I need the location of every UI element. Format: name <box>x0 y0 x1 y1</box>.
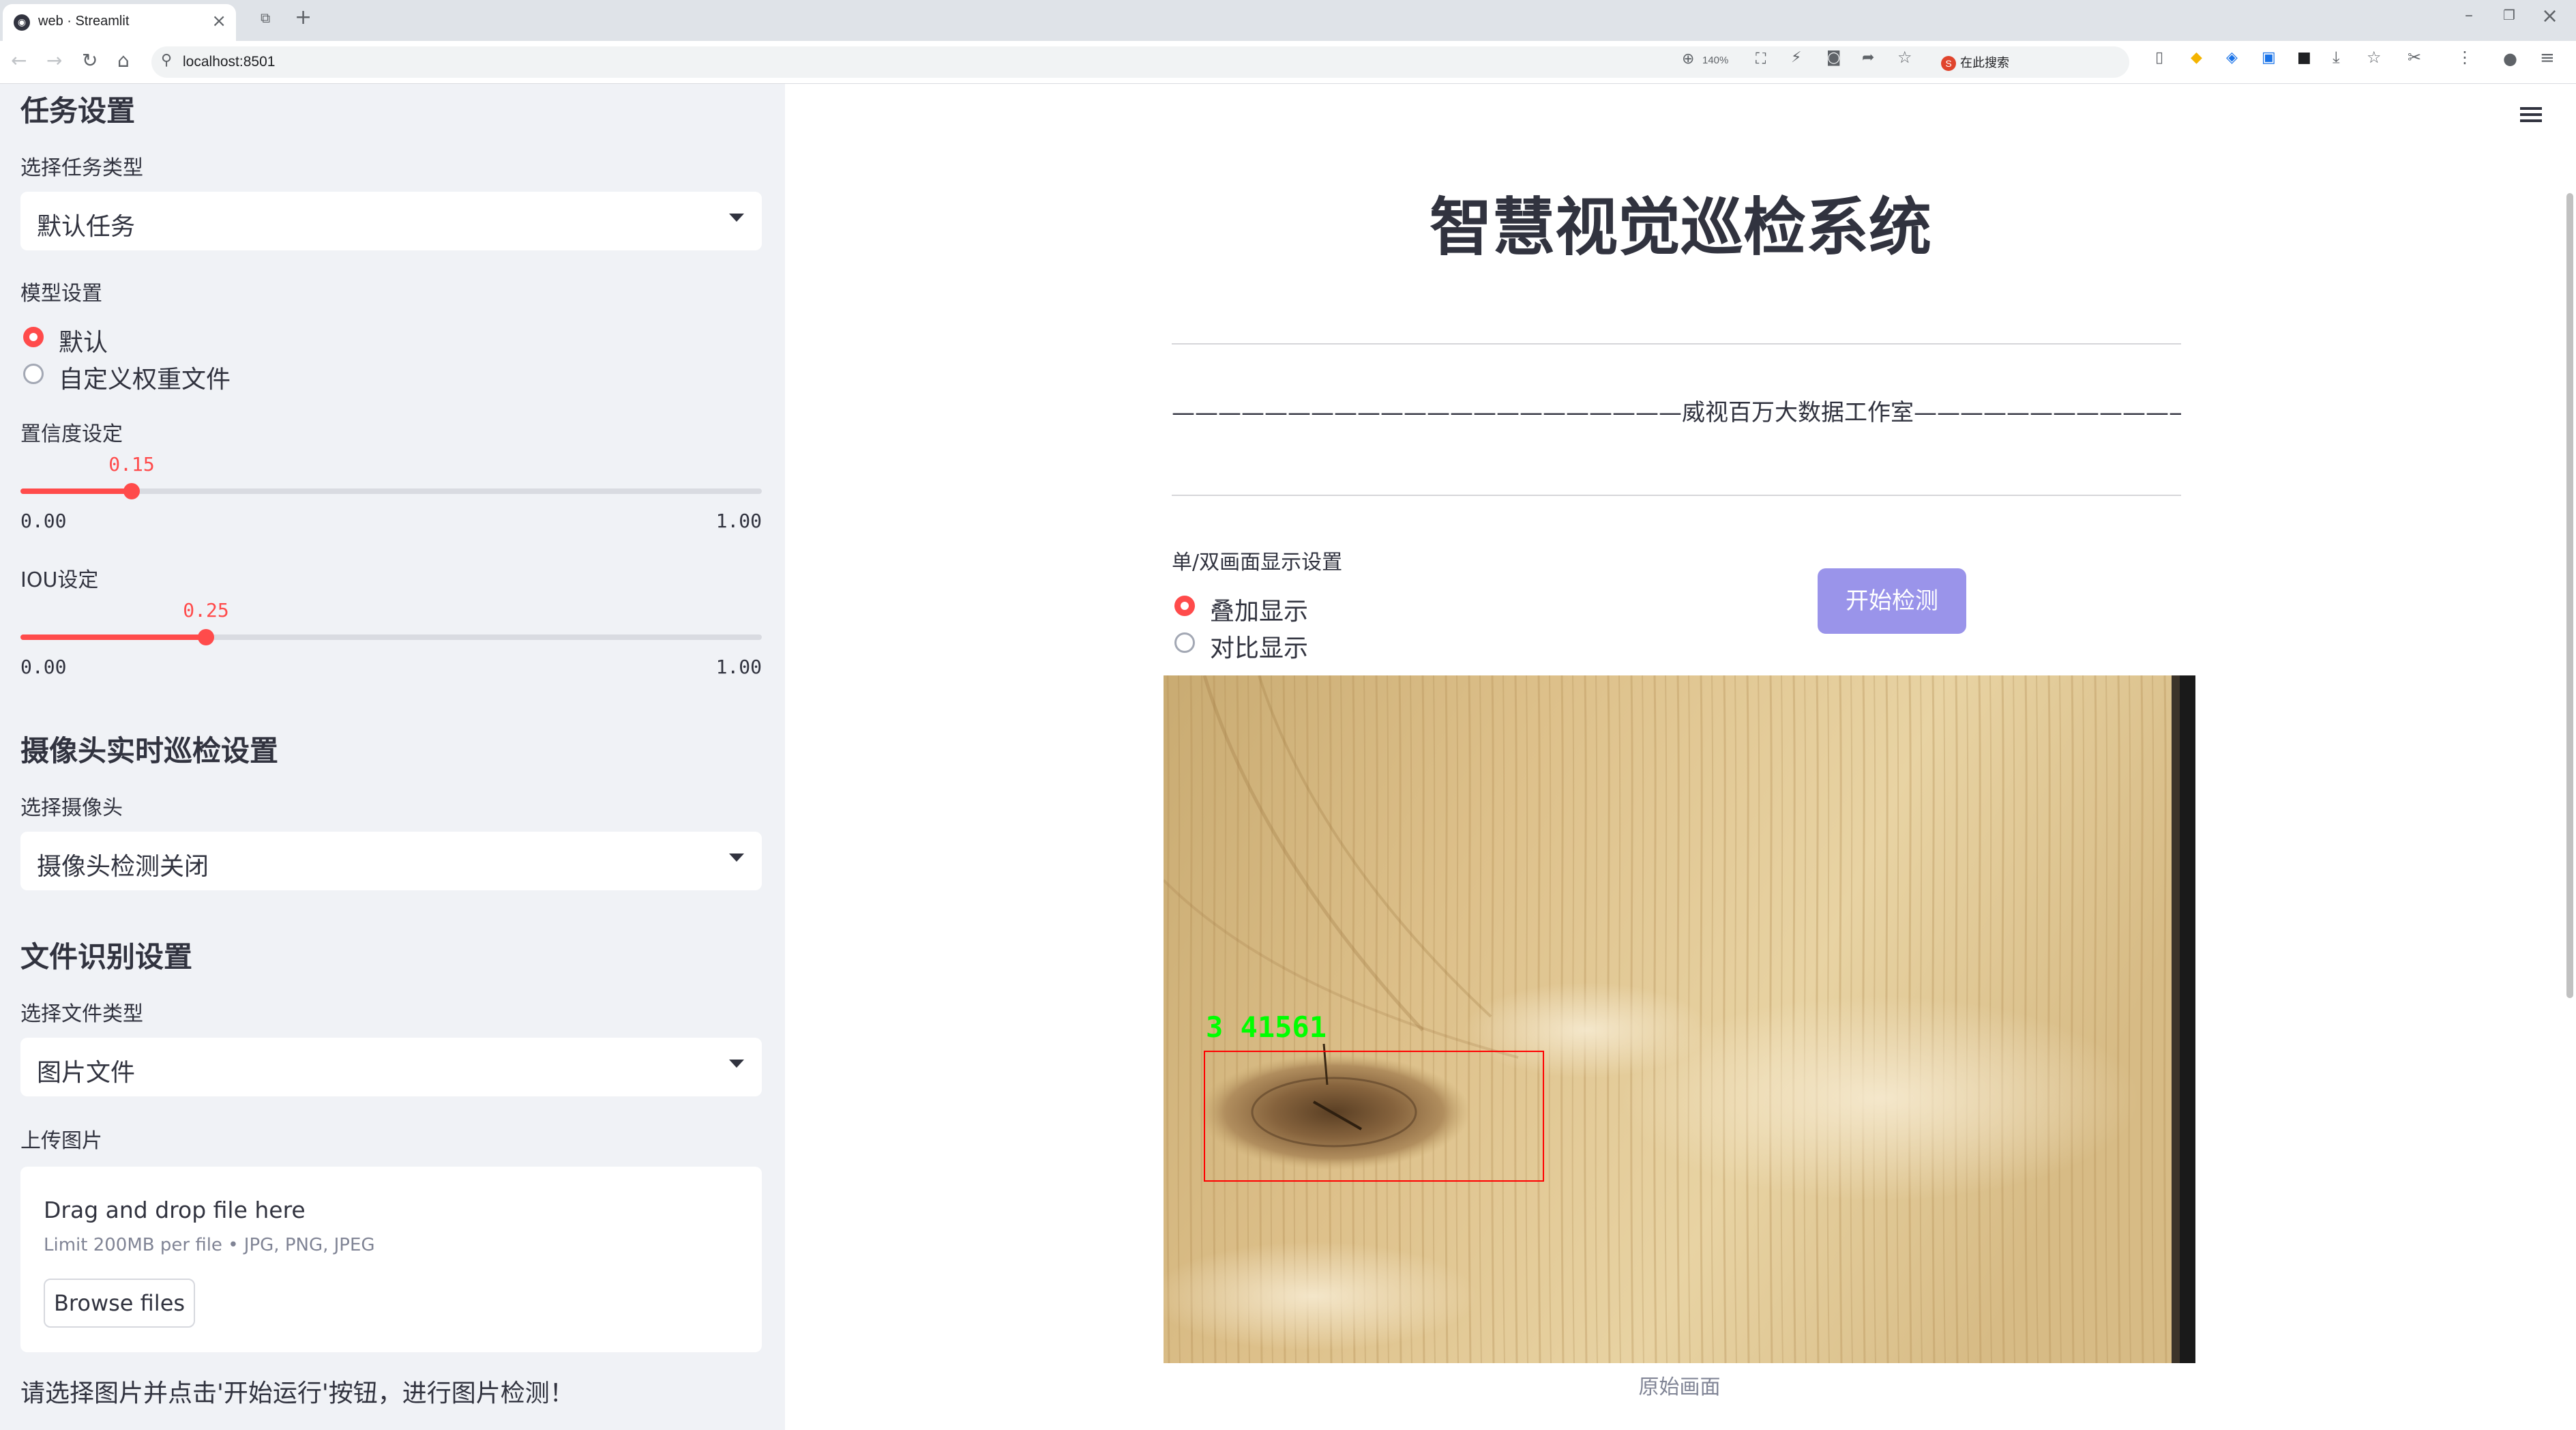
url-text[interactable]: localhost:8501 <box>183 54 275 70</box>
tab-groups-icon[interactable]: ⧉ <box>261 10 270 26</box>
camera-select[interactable]: 摄像头检测关闭 <box>20 832 762 890</box>
minimize-icon[interactable]: – <box>2465 5 2473 25</box>
model-settings-label: 模型设置 <box>20 282 102 306</box>
forward-icon[interactable]: → <box>46 49 62 72</box>
mobile-icon[interactable]: ▯ <box>2155 49 2163 66</box>
iou-slider[interactable]: 0.25 0.00 1.00 <box>20 599 762 678</box>
browser-tab-bar: ◉ web · Streamlit × ⧉ + – ❐ × <box>0 0 2576 41</box>
file-type-label: 选择文件类型 <box>20 1002 143 1026</box>
radio-unchecked-icon <box>1174 632 1195 653</box>
tab-title: web · Streamlit <box>38 14 130 29</box>
detection-label: 3 41561 <box>1206 1010 1327 1044</box>
slider-track[interactable] <box>20 483 762 499</box>
close-tab-icon[interactable]: × <box>211 11 226 31</box>
browser-menu-icon[interactable]: ≡ <box>2540 48 2555 68</box>
page-title: 智慧视觉巡检系统 <box>1429 191 1931 264</box>
slider-min-label: 0.00 <box>20 656 67 678</box>
zoom-level[interactable]: 140% <box>1702 55 1728 66</box>
dropzone-text: Drag and drop file here <box>44 1197 306 1223</box>
bookmark-star-icon[interactable]: ☆ <box>1897 48 1912 67</box>
divider <box>1172 343 2181 345</box>
subtitle: ——————————————————————威视百万大数据工作室————————… <box>1172 399 2181 426</box>
radio-checked-icon <box>23 327 44 347</box>
lightning-icon[interactable]: ⚡ <box>1791 49 1801 66</box>
slider-min-label: 0.00 <box>20 510 67 532</box>
confidence-slider[interactable]: 0.15 0.00 1.00 <box>20 453 762 532</box>
confidence-value: 0.15 <box>108 453 155 476</box>
camera-settings-heading: 摄像头实时巡检设置 <box>20 734 279 768</box>
extension-blue-icon[interactable]: ◈ <box>2226 49 2238 66</box>
divider <box>1172 495 2181 496</box>
chevron-down-icon <box>729 1060 744 1068</box>
file-uploader-dropzone[interactable]: Drag and drop file here Limit 200MB per … <box>20 1167 762 1352</box>
confidence-label: 置信度设定 <box>20 422 123 446</box>
new-tab-icon[interactable]: + <box>295 5 312 29</box>
slider-fill <box>20 634 206 640</box>
search-engine-box[interactable]: S 在此搜索 <box>1941 50 2139 75</box>
slider-fill <box>20 488 132 494</box>
scrollbar-thumb[interactable] <box>2566 193 2573 998</box>
share-icon[interactable]: ➦ <box>1862 49 1874 66</box>
more-icon[interactable]: ⋮ <box>2457 48 2473 67</box>
radio-unchecked-icon <box>23 364 44 384</box>
extension-translate-icon[interactable]: ▣ <box>2262 49 2276 66</box>
iou-label: IOU设定 <box>20 568 99 592</box>
radio-checked-icon <box>1174 596 1195 616</box>
camera-label: 选择摄像头 <box>20 796 123 820</box>
reload-icon[interactable]: ↻ <box>82 49 98 72</box>
download-icon[interactable]: ⤓ <box>2333 48 2340 67</box>
radio-display-overlay-label: 叠加显示 <box>1210 598 1309 626</box>
sidebar-hint: 请选择图片并点击'开始运行'按钮，进行图片检测！ <box>20 1380 574 1407</box>
restore-icon[interactable]: ❐ <box>2503 7 2515 23</box>
file-settings-heading: 文件识别设置 <box>20 940 193 974</box>
search-engine-label: 在此搜索 <box>1960 56 2009 70</box>
home-icon[interactable]: ⌂ <box>117 49 130 72</box>
task-type-label: 选择任务类型 <box>20 156 143 180</box>
translate-icon[interactable]: ⛶ <box>1756 50 1766 68</box>
upload-label: 上传图片 <box>20 1129 102 1153</box>
slider-max-label: 1.00 <box>715 510 762 532</box>
camera-value: 摄像头检测关闭 <box>37 853 209 881</box>
slider-thumb[interactable] <box>198 629 214 645</box>
browse-files-button[interactable]: Browse files <box>44 1279 195 1328</box>
dropzone-limit: Limit 200MB per file • JPG, PNG, JPEG <box>44 1235 375 1255</box>
task-type-value: 默认任务 <box>37 213 136 241</box>
slider-max-label: 1.00 <box>715 656 762 678</box>
start-detection-button[interactable]: 开始检测 <box>1818 568 1966 634</box>
site-info-icon[interactable]: ⚲ <box>161 52 172 69</box>
streamlit-favicon-icon: ◉ <box>14 14 30 31</box>
file-type-select[interactable]: 图片文件 <box>20 1038 762 1096</box>
extension-color-icon[interactable]: ◆ <box>2191 49 2202 66</box>
streamlit-app: 任务设置 选择任务类型 默认任务 模型设置 默认 自定义权重文件 置信度设定 0… <box>0 84 2576 1430</box>
back-icon[interactable]: ← <box>11 49 27 72</box>
radio-display-compare-label: 对比显示 <box>1210 634 1309 662</box>
detection-image: 3 41561 <box>1164 675 2195 1363</box>
chevron-down-icon <box>729 853 744 862</box>
radio-model-default-label: 默认 <box>59 329 108 357</box>
capture-icon[interactable]: ◙ <box>1826 49 1841 66</box>
file-type-value: 图片文件 <box>37 1059 136 1087</box>
zoom-icon[interactable]: ⊕ <box>1682 50 1694 68</box>
chevron-down-icon <box>729 214 744 222</box>
browser-toolbar: ← → ↻ ⌂ ⚲ localhost:8501 ⊕ 140% ⛶ ⚡ ◙ ➦ … <box>0 41 2576 84</box>
task-settings-heading: 任务设置 <box>20 94 136 128</box>
favorites-icon[interactable]: ☆ <box>2367 48 2382 67</box>
close-window-icon[interactable]: × <box>2541 4 2558 28</box>
task-type-select[interactable]: 默认任务 <box>20 192 762 250</box>
radio-model-custom-label: 自定义权重文件 <box>59 366 231 394</box>
app-menu-icon[interactable] <box>2520 107 2542 122</box>
wood-board-image: 3 41561 <box>1164 675 2195 1363</box>
sidebar: 任务设置 选择任务类型 默认任务 模型设置 默认 自定义权重文件 置信度设定 0… <box>0 84 785 1430</box>
profile-avatar-icon[interactable]: ● <box>2503 49 2517 68</box>
image-caption: 原始画面 <box>1638 1375 1721 1399</box>
slider-track[interactable] <box>20 629 762 645</box>
extension-dark-icon[interactable]: ■ <box>2297 49 2311 66</box>
slider-thumb[interactable] <box>123 483 140 499</box>
display-mode-label: 单/双画面显示设置 <box>1172 551 1343 574</box>
browser-tab[interactable]: ◉ web · Streamlit × <box>3 4 236 41</box>
search-engine-logo-icon: S <box>1941 56 1956 72</box>
screenshot-icon[interactable]: ✂ <box>2408 48 2421 67</box>
iou-value: 0.25 <box>183 599 229 622</box>
